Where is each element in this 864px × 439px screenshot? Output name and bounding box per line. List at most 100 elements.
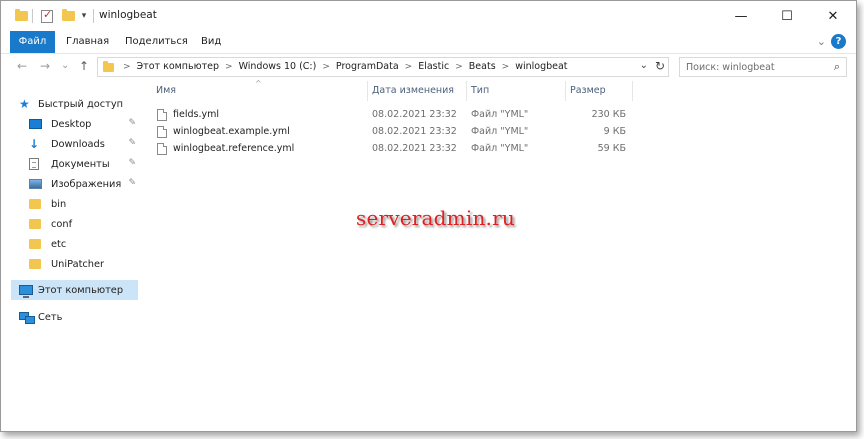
- explorer-window: ▾ winlogbeat — ☐ ✕ Файл Главная Поделить…: [0, 0, 857, 432]
- breadcrumb-programdata[interactable]: ProgramData: [333, 58, 402, 76]
- breadcrumb: > Этот компьютер > Windows 10 (C:) > Pro…: [120, 58, 571, 76]
- back-button[interactable]: ←: [17, 59, 27, 73]
- sidebar-item-label: Документы: [51, 158, 110, 170]
- breadcrumb-separator[interactable]: >: [452, 58, 466, 76]
- column-header-name[interactable]: Имя: [156, 81, 366, 101]
- breadcrumb-separator[interactable]: >: [319, 58, 333, 76]
- sidebar-item-label: Быстрый доступ: [38, 98, 124, 110]
- breadcrumb-separator[interactable]: >: [499, 58, 513, 76]
- navigation-pane: ★ Быстрый доступ Desktop ✎ ↓ Downloads ✎…: [1, 91, 141, 431]
- help-icon[interactable]: ?: [831, 34, 846, 49]
- up-button[interactable]: ↑: [79, 59, 89, 73]
- file-type: Файл "YML": [471, 109, 529, 120]
- sidebar-item-label: UniPatcher: [51, 258, 105, 270]
- pin-icon[interactable]: ✎: [128, 158, 136, 168]
- column-header-date[interactable]: Дата изменения: [372, 81, 467, 101]
- file-name: winlogbeat.reference.yml: [173, 143, 295, 154]
- window-title: winlogbeat: [99, 9, 157, 21]
- address-bar[interactable]: > Этот компьютер > Windows 10 (C:) > Pro…: [97, 57, 669, 77]
- file-row[interactable]: winlogbeat.example.yml 08.02.2021 23:32 …: [151, 124, 631, 141]
- column-divider[interactable]: [466, 81, 467, 101]
- tab-file[interactable]: Файл: [10, 31, 55, 53]
- sidebar-item-label: bin: [51, 198, 67, 210]
- pin-icon[interactable]: ✎: [128, 138, 136, 148]
- sidebar-item-label: Сеть: [38, 311, 63, 323]
- file-row[interactable]: fields.yml 08.02.2021 23:32 Файл "YML" 2…: [151, 107, 631, 124]
- breadcrumb-separator[interactable]: >: [222, 58, 236, 76]
- breadcrumb-beats[interactable]: Beats: [466, 58, 499, 76]
- tab-home[interactable]: Главная: [66, 31, 109, 53]
- folder-icon: [29, 239, 47, 249]
- breadcrumb-separator: >: [123, 62, 131, 72]
- sidebar-item-this-pc[interactable]: Этот компьютер: [11, 280, 138, 300]
- sidebar-item-label: etc: [51, 238, 67, 250]
- breadcrumb-elastic[interactable]: Elastic: [415, 58, 452, 76]
- pin-icon[interactable]: ✎: [128, 118, 136, 128]
- sidebar-item-documents[interactable]: Документы ✎: [11, 154, 138, 174]
- computer-icon: [19, 285, 37, 298]
- address-dropdown-icon[interactable]: ⌄: [640, 60, 648, 71]
- file-name: winlogbeat.example.yml: [173, 126, 290, 137]
- breadcrumb-drive[interactable]: Windows 10 (C:): [236, 58, 320, 76]
- ribbon-tabs: Файл Главная Поделиться Вид ⌄ ?: [1, 31, 856, 53]
- file-type: Файл "YML": [471, 126, 529, 137]
- folder-icon: [29, 219, 47, 229]
- file-icon: [157, 143, 167, 155]
- expand-ribbon-icon[interactable]: ⌄: [817, 35, 826, 48]
- file-list: ^ Имя Дата изменения Тип Размер fields.y…: [141, 79, 856, 431]
- folder-icon: [29, 199, 47, 209]
- star-icon: ★: [19, 97, 30, 111]
- column-header-size[interactable]: Размер: [570, 81, 630, 101]
- sidebar-item-label: Downloads: [51, 138, 105, 150]
- customize-dropdown-icon[interactable]: ▾: [78, 8, 90, 24]
- forward-button[interactable]: →: [40, 59, 50, 73]
- pictures-icon: [29, 179, 47, 189]
- search-input[interactable]: [686, 60, 821, 74]
- column-header-type[interactable]: Тип: [471, 81, 561, 101]
- breadcrumb-this-pc[interactable]: Этот компьютер: [134, 58, 222, 76]
- file-icon: [157, 109, 167, 121]
- search-icon[interactable]: ⌕: [834, 60, 840, 74]
- sidebar-item-etc[interactable]: etc: [11, 234, 138, 254]
- column-divider[interactable]: [632, 81, 633, 101]
- column-divider[interactable]: [367, 81, 368, 101]
- minimize-button[interactable]: —: [718, 1, 764, 31]
- close-button[interactable]: ✕: [810, 1, 856, 31]
- tab-view[interactable]: Вид: [201, 31, 221, 53]
- sidebar-item-desktop[interactable]: Desktop ✎: [11, 114, 138, 134]
- file-size: 59 КБ: [597, 143, 626, 154]
- desktop-icon: [29, 119, 47, 129]
- properties-icon[interactable]: [39, 8, 55, 24]
- file-date: 08.02.2021 23:32: [372, 109, 457, 120]
- refresh-icon[interactable]: ↻: [655, 59, 665, 73]
- sidebar-item-label: Этот компьютер: [38, 284, 124, 296]
- column-divider[interactable]: [565, 81, 566, 101]
- folder-icon: [13, 8, 29, 24]
- sidebar-item-label: Desktop: [51, 118, 92, 130]
- breadcrumb-winlogbeat[interactable]: winlogbeat: [512, 58, 570, 76]
- recent-locations-button[interactable]: ⌄: [61, 60, 69, 71]
- new-folder-icon[interactable]: [60, 8, 76, 24]
- search-box[interactable]: ⌕: [679, 57, 847, 77]
- sidebar-item-downloads[interactable]: ↓ Downloads ✎: [11, 134, 138, 154]
- file-size: 230 КБ: [591, 109, 626, 120]
- pin-icon[interactable]: ✎: [128, 178, 136, 188]
- sidebar-item-quick-access[interactable]: ★ Быстрый доступ: [11, 94, 138, 114]
- sidebar-item-bin[interactable]: bin: [11, 194, 138, 214]
- breadcrumb-separator[interactable]: >: [402, 58, 416, 76]
- maximize-button[interactable]: ☐: [764, 1, 810, 31]
- documents-icon: [29, 158, 47, 170]
- toolbar-divider: [32, 9, 33, 23]
- title-bar: ▾ winlogbeat — ☐ ✕: [1, 1, 856, 31]
- watermark-text: serveradmin.ru: [356, 206, 515, 230]
- sidebar-item-unipatcher[interactable]: UniPatcher: [11, 254, 138, 274]
- downloads-icon: ↓: [29, 137, 40, 151]
- network-icon: [19, 312, 37, 324]
- file-row[interactable]: winlogbeat.reference.yml 08.02.2021 23:3…: [151, 141, 631, 158]
- sidebar-item-pictures[interactable]: Изображения ✎: [11, 174, 138, 194]
- sidebar-item-conf[interactable]: conf: [11, 214, 138, 234]
- sidebar-item-network[interactable]: Сеть: [11, 307, 138, 327]
- sidebar-item-label: conf: [51, 218, 73, 230]
- folder-icon: [103, 61, 114, 72]
- tab-share[interactable]: Поделиться: [125, 31, 188, 53]
